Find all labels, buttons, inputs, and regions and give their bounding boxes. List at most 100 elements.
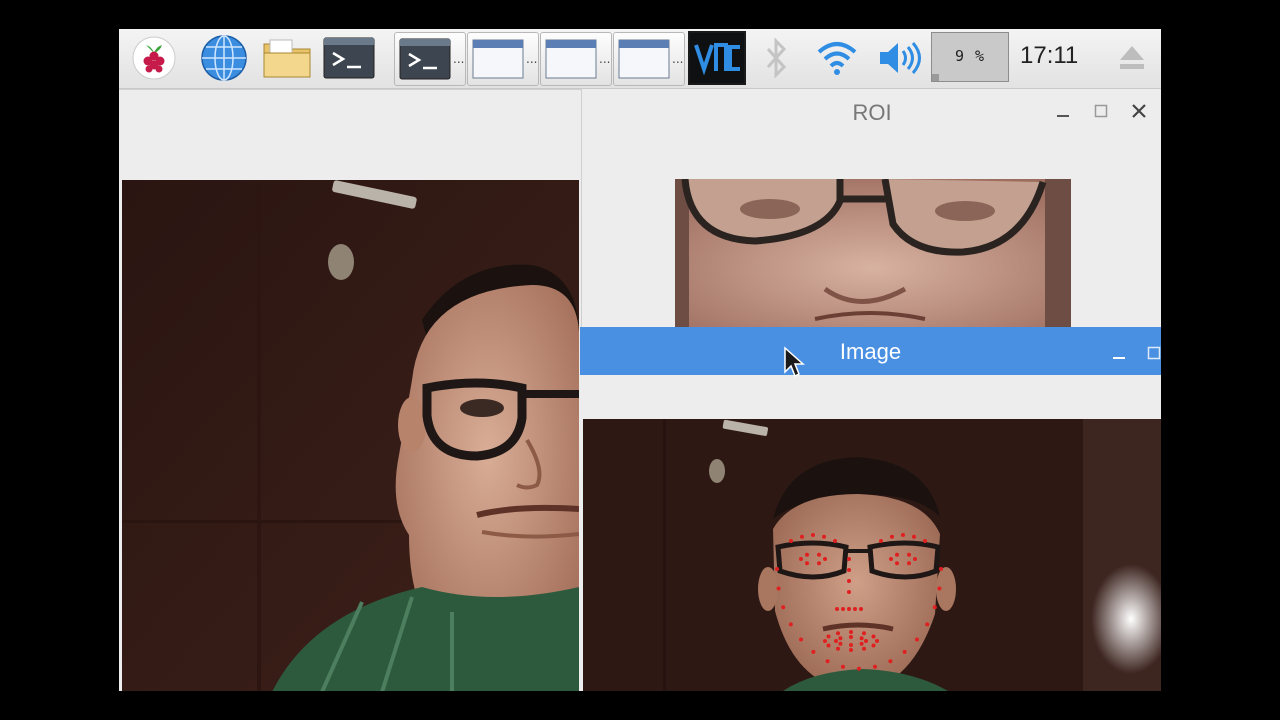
landmark-point — [889, 557, 893, 561]
landmark-point — [805, 561, 809, 566]
task-button-terminal[interactable]: ... — [394, 32, 466, 86]
landmark-point — [841, 664, 845, 669]
task-label: ... — [599, 52, 611, 66]
landmark-point — [937, 586, 942, 591]
landmark-point — [805, 552, 809, 557]
camera-frame-image — [122, 180, 579, 691]
landmark-point — [781, 605, 786, 610]
landmark-point — [838, 636, 843, 641]
landmark-point — [859, 641, 864, 646]
landmark-point — [864, 639, 868, 643]
vnc-icon[interactable] — [688, 31, 746, 85]
task-label: ... — [526, 52, 538, 66]
landmark-point — [862, 631, 866, 636]
file-manager-folder-icon[interactable] — [259, 33, 315, 83]
maximize-icon[interactable] — [1146, 341, 1161, 365]
landmark-point — [847, 579, 851, 583]
landmark-point — [825, 659, 830, 664]
terminal-icon[interactable] — [322, 33, 376, 83]
landmark-point — [789, 539, 793, 543]
wifi-icon[interactable] — [814, 33, 860, 83]
task-button-window-2[interactable]: ... — [540, 32, 612, 86]
raspberry-pi-icon[interactable] — [129, 33, 179, 83]
landmark-point — [776, 586, 781, 591]
landmark-point — [826, 634, 831, 639]
camera-window[interactable] — [119, 89, 581, 691]
landmark-point — [859, 636, 864, 641]
landmark-point — [799, 557, 803, 561]
task-label: ... — [672, 52, 684, 66]
landmark-point — [849, 635, 853, 639]
cpu-usage-monitor[interactable]: 9 % — [931, 32, 1009, 82]
close-icon[interactable] — [1127, 99, 1151, 123]
maximize-icon[interactable] — [1089, 99, 1113, 123]
volume-icon[interactable] — [874, 33, 924, 83]
landmark-point — [849, 643, 853, 647]
landmark-point — [853, 607, 857, 611]
landmark-point — [799, 637, 803, 642]
landmark-point — [817, 561, 821, 566]
task-button-window-1[interactable]: ... — [467, 32, 539, 86]
landmark-point — [862, 646, 866, 651]
landmark-point — [811, 533, 815, 537]
roi-titlebar[interactable]: ROI — [582, 89, 1161, 135]
landmark-point — [901, 533, 905, 537]
task-label: ... — [453, 52, 465, 66]
landmark-point — [835, 607, 839, 611]
landmark-point — [788, 622, 793, 627]
terminal-icon — [399, 38, 451, 80]
mouse-cursor-icon — [783, 346, 805, 382]
desktop-screen: ... ... ... ... 9 % 17:11 ROI Image — [119, 29, 1161, 691]
landmark-point — [939, 567, 943, 571]
landmark-point — [775, 567, 779, 571]
landmark-point — [871, 643, 876, 648]
landmark-point — [811, 649, 816, 654]
landmark-point — [847, 590, 851, 594]
landmark-point — [915, 637, 919, 642]
landmark-point — [888, 659, 893, 664]
landmark-point — [800, 534, 804, 539]
landmark-point — [875, 639, 879, 643]
image-window-title: Image — [839, 339, 902, 364]
landmark-point — [841, 607, 845, 611]
cpu-usage-label: 9 % — [954, 47, 986, 65]
landmark-point — [913, 557, 917, 561]
minimize-icon[interactable] — [1107, 341, 1131, 365]
landmark-point — [857, 666, 861, 671]
landmark-point — [849, 630, 853, 634]
landmark-point — [822, 534, 826, 539]
landmark-point — [823, 557, 827, 561]
landmark-point — [859, 607, 863, 611]
landmark-point — [907, 561, 911, 566]
window-icon — [618, 39, 670, 79]
landmark-point — [873, 664, 877, 669]
landmark-point — [912, 534, 916, 539]
task-button-window-3[interactable]: ... — [613, 32, 685, 86]
roi-window[interactable]: ROI — [581, 89, 1161, 329]
landmark-point — [895, 552, 899, 557]
landmark-point — [847, 607, 851, 611]
landmark-point — [836, 646, 840, 651]
landmark-point — [925, 622, 930, 627]
image-window[interactable]: Image — [580, 327, 1161, 691]
landmark-point — [871, 634, 876, 639]
roi-face-crop-image — [675, 179, 1071, 327]
bluetooth-icon[interactable] — [761, 33, 791, 83]
taskbar: ... ... ... ... 9 % 17:11 — [119, 29, 1161, 89]
clock[interactable]: 17:11 — [1020, 42, 1078, 70]
landmark-point — [838, 641, 843, 646]
landmark-point — [907, 552, 911, 557]
landmark-point — [849, 648, 853, 652]
landmark-point — [836, 631, 840, 636]
minimize-icon[interactable] — [1051, 99, 1075, 123]
landmark-point — [847, 568, 851, 572]
landmark-point — [826, 643, 831, 648]
window-icon — [545, 39, 597, 79]
eject-icon[interactable] — [1115, 33, 1149, 83]
landmark-point — [895, 561, 899, 566]
globe-browser-icon[interactable] — [199, 33, 249, 83]
landmark-point — [923, 539, 927, 543]
landmark-point — [847, 557, 851, 561]
image-titlebar[interactable]: Image — [580, 327, 1161, 375]
landmark-point — [823, 639, 827, 643]
